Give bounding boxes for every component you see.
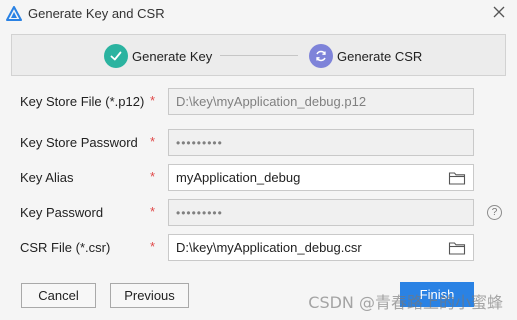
required-marker: * xyxy=(150,93,156,108)
key-store-password-label: Key Store Password xyxy=(20,135,138,150)
required-marker: * xyxy=(150,169,156,184)
key-password-value: ••••••••• xyxy=(176,205,223,220)
key-alias-row: Key Alias * myApplication_debug xyxy=(0,164,517,192)
key-alias-value[interactable]: myApplication_debug xyxy=(176,170,444,185)
csr-file-value[interactable]: D:\key\myApplication_debug.csr xyxy=(176,240,444,255)
key-store-password-row: Key Store Password * ••••••••• xyxy=(0,129,517,157)
key-store-file-value: D:\key\myApplication_debug.p12 xyxy=(176,94,367,109)
csr-file-row: CSR File (*.csr) * D:\key\myApplication_… xyxy=(0,234,517,262)
generate-key-csr-dialog: Generate Key and CSR Generate Key Genera… xyxy=(0,0,517,320)
close-icon[interactable] xyxy=(491,4,507,20)
step-label: Generate CSR xyxy=(337,48,423,64)
key-alias-input[interactable]: myApplication_debug xyxy=(168,164,474,191)
folder-icon[interactable] xyxy=(448,240,466,256)
deveco-triangle-icon xyxy=(6,6,22,21)
cancel-button[interactable]: Cancel xyxy=(21,283,96,308)
window-title: Generate Key and CSR xyxy=(28,6,165,21)
previous-button[interactable]: Previous xyxy=(110,283,189,308)
folder-icon[interactable] xyxy=(448,170,466,186)
wizard-steps: Generate Key Generate CSR xyxy=(11,34,506,76)
title-bar: Generate Key and CSR xyxy=(0,0,517,28)
step-label: Generate Key xyxy=(132,48,213,64)
check-icon xyxy=(104,44,128,68)
key-store-password-field: ••••••••• xyxy=(168,129,474,156)
required-marker: * xyxy=(150,204,156,219)
key-store-password-value: ••••••••• xyxy=(176,135,223,150)
refresh-icon xyxy=(309,44,333,68)
help-icon[interactable]: ? xyxy=(487,205,502,220)
step-generate-key: Generate Key xyxy=(104,43,212,69)
key-password-field: ••••••••• xyxy=(168,199,474,226)
required-marker: * xyxy=(150,134,156,149)
step-connector xyxy=(220,55,298,56)
key-password-label: Key Password xyxy=(20,205,104,220)
csr-file-label: CSR File (*.csr) xyxy=(20,240,111,255)
key-alias-label: Key Alias xyxy=(20,170,74,185)
key-store-file-row: Key Store File (*.p12) * D:\key\myApplic… xyxy=(0,88,517,116)
required-marker: * xyxy=(150,239,156,254)
step-generate-csr: Generate CSR xyxy=(309,43,422,69)
key-store-file-label: Key Store File (*.p12) xyxy=(20,94,145,109)
csr-file-input[interactable]: D:\key\myApplication_debug.csr xyxy=(168,234,474,261)
key-store-file-field: D:\key\myApplication_debug.p12 xyxy=(168,88,474,115)
watermark: CSDN @青春路上的小蜜蜂 xyxy=(308,293,503,312)
key-password-row: Key Password * ••••••••• ? xyxy=(0,199,517,227)
